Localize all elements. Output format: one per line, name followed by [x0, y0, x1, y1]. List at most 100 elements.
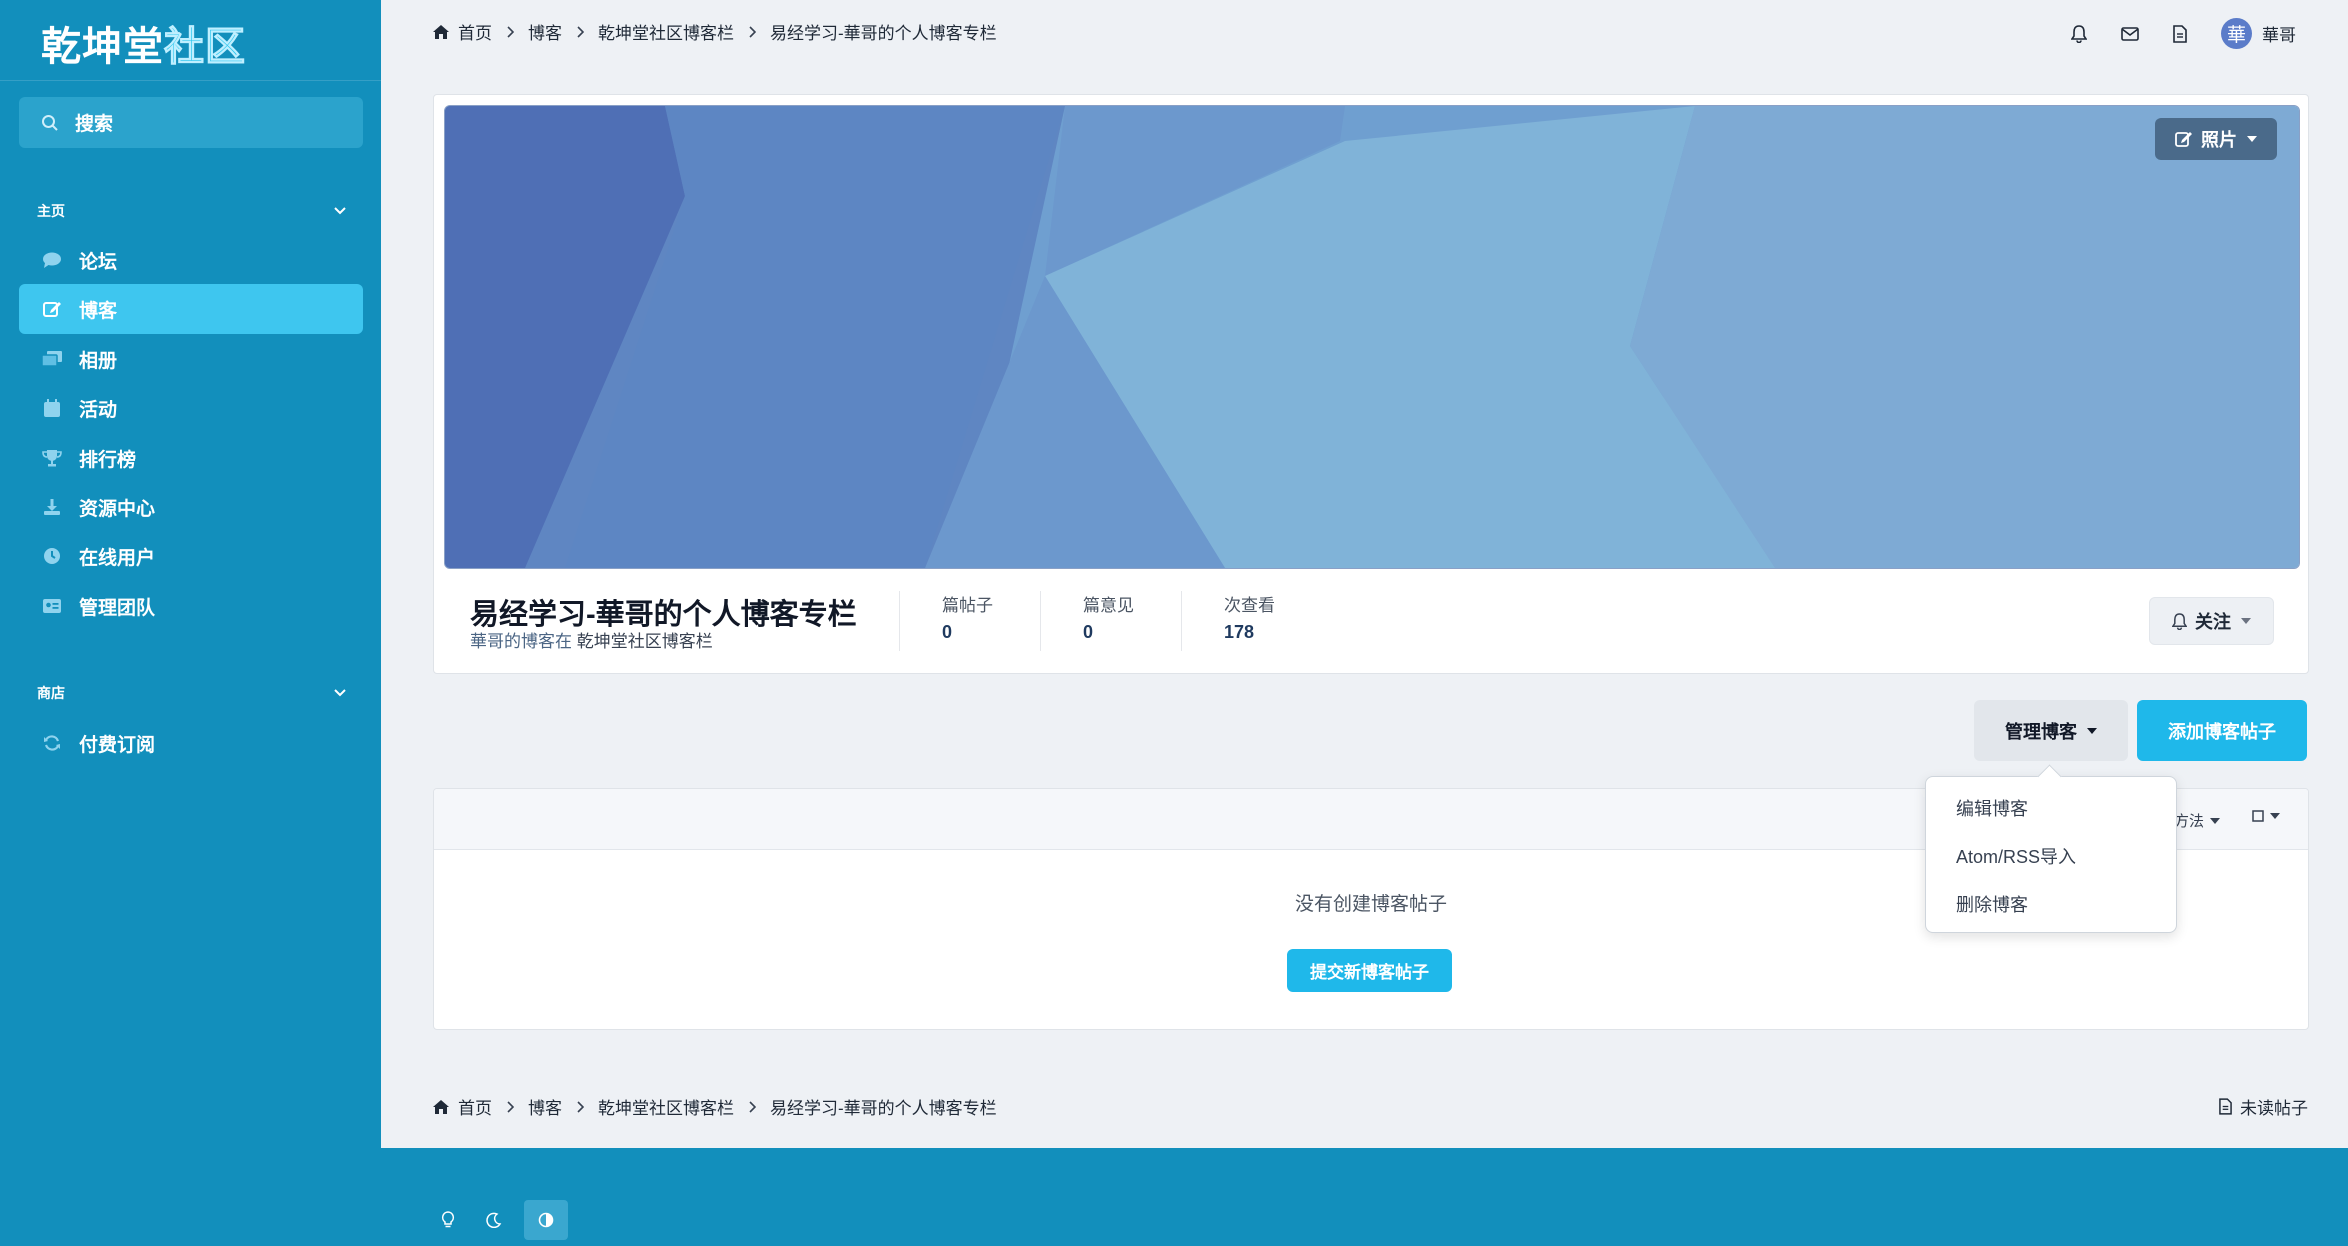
sidebar-item-label: 在线用户: [79, 547, 156, 569]
site-logo[interactable]: 乾坤堂社区: [41, 14, 246, 72]
sidebar-item-label: 相册: [79, 350, 118, 372]
sort-method-dropdown[interactable]: 方法: [2174, 810, 2221, 831]
clock-icon: [40, 547, 64, 565]
submit-new-post-label: 提交新博客帖子: [1310, 963, 1429, 982]
sidebar-search[interactable]: 搜索: [19, 97, 363, 148]
logo-text-main: 乾坤堂: [41, 24, 164, 69]
blog-subtitle: 華哥的博客在 乾坤堂社区博客栏: [470, 627, 713, 652]
stat-posts: 篇帖子 0: [899, 591, 993, 651]
download-icon: [40, 498, 64, 516]
menu-item-rss-import[interactable]: Atom/RSS导入: [1956, 843, 2076, 869]
chevron-down-icon: [333, 688, 347, 698]
sidebar-item-label: 资源中心: [79, 498, 156, 520]
breadcrumb-item-blog[interactable]: 博客: [528, 19, 562, 44]
checkbox-icon: [2252, 810, 2264, 822]
document-icon[interactable]: [2173, 24, 2187, 43]
top-user-bar: 華 華哥: [2037, 18, 2296, 49]
sidebar-item-subscriptions[interactable]: 付费订阅: [19, 718, 363, 768]
breadcrumb-item-home[interactable]: 首页: [458, 1094, 492, 1119]
follow-button[interactable]: 关注: [2149, 597, 2274, 645]
stat-value: 0: [1083, 622, 1094, 642]
breadcrumb-item-current[interactable]: 易经学习-華哥的个人博客专栏: [770, 19, 997, 44]
photo-button-label: 照片: [2201, 130, 2237, 150]
breadcrumb: 首页 博客 乾坤堂社区博客栏 易经学习-華哥的个人博客专栏: [432, 19, 997, 44]
moon-icon[interactable]: [472, 1200, 516, 1240]
blog-owner-text[interactable]: 華哥的博客在: [470, 632, 572, 651]
caret-down-icon: [2241, 618, 2251, 624]
chevron-right-icon: [748, 1100, 756, 1113]
edit-icon: [2175, 130, 2193, 148]
sidebar-item-gallery[interactable]: 相册: [19, 334, 363, 384]
contrast-icon[interactable]: [524, 1200, 568, 1240]
bell-icon[interactable]: [2071, 24, 2087, 43]
stat-value: 178: [1224, 622, 1255, 642]
lightbulb-icon[interactable]: [426, 1200, 470, 1240]
stat-comments: 篇意见 0: [1040, 591, 1134, 651]
avatar[interactable]: 華: [2221, 18, 2252, 49]
username[interactable]: 華哥: [2262, 21, 2296, 46]
caret-down-icon: [2247, 136, 2257, 142]
sidebar-item-label: 付费订阅: [79, 734, 156, 756]
breadcrumb-item-blog[interactable]: 博客: [528, 1094, 562, 1119]
sidebar-item-label: 博客: [79, 300, 118, 322]
sort-label: 方法: [2174, 813, 2205, 830]
menu-item-edit-blog[interactable]: 编辑博客: [1956, 795, 2028, 821]
menu-pointer: [2037, 764, 2062, 789]
manage-blog-button[interactable]: 管理博客: [1974, 700, 2128, 761]
chevron-right-icon: [576, 1100, 584, 1113]
sidebar: 乾坤堂社区 搜索 主页 论坛 博客 相册 活动 排行榜 资源中心 在线用户 管理…: [0, 0, 381, 1246]
chevron-right-icon: [748, 25, 756, 38]
add-blog-post-button[interactable]: 添加博客帖子: [2137, 700, 2307, 761]
stat-label: 篇帖子: [942, 596, 993, 615]
stat-value: 0: [942, 622, 953, 642]
sidebar-item-resources[interactable]: 资源中心: [19, 482, 363, 532]
calendar-icon: [40, 398, 64, 418]
section-header-main[interactable]: 主页: [37, 201, 347, 221]
sidebar-item-forum[interactable]: 论坛: [19, 235, 363, 285]
search-icon: [41, 114, 59, 132]
home-icon[interactable]: [432, 24, 450, 40]
sidebar-item-label: 排行榜: [79, 449, 137, 471]
logo-text-accent: 社区: [164, 24, 246, 70]
submit-new-post-button[interactable]: 提交新博客帖子: [1287, 949, 1452, 992]
breadcrumb-item-category[interactable]: 乾坤堂社区博客栏: [598, 1094, 734, 1119]
breadcrumb-item-category[interactable]: 乾坤堂社区博客栏: [598, 19, 734, 44]
trophy-icon: [40, 449, 64, 467]
chevron-right-icon: [576, 25, 584, 38]
chevron-right-icon: [506, 1100, 514, 1113]
blog-location-link[interactable]: 乾坤堂社区博客栏: [577, 632, 713, 651]
caret-down-icon: [2210, 817, 2221, 824]
breadcrumb-item-current[interactable]: 易经学习-華哥的个人博客专栏: [770, 1094, 997, 1119]
sidebar-item-blog[interactable]: 博客: [19, 284, 363, 334]
menu-item-delete-blog[interactable]: 删除博客: [1956, 891, 2028, 917]
mail-icon[interactable]: [2121, 26, 2139, 41]
add-blog-post-label: 添加博客帖子: [2168, 721, 2276, 742]
breadcrumb-bottom: 首页 博客 乾坤堂社区博客栏 易经学习-華哥的个人博客专栏: [432, 1094, 997, 1119]
refresh-icon: [40, 734, 64, 752]
breadcrumb-item-home[interactable]: 首页: [458, 19, 492, 44]
sidebar-item-online-users[interactable]: 在线用户: [19, 531, 363, 581]
sidebar-item-label: 管理团队: [79, 597, 156, 619]
gallery-icon: [40, 350, 64, 368]
sidebar-item-label: 论坛: [79, 251, 118, 273]
section-title-shop: 商店: [37, 685, 65, 701]
caret-down-icon: [2087, 727, 2097, 734]
stat-label: 篇意见: [1083, 596, 1134, 615]
select-all-checkbox[interactable]: [2252, 810, 2280, 822]
sidebar-item-events[interactable]: 活动: [19, 383, 363, 433]
edit-icon: [40, 299, 64, 319]
photo-button[interactable]: 照片: [2155, 118, 2277, 160]
id-card-icon: [40, 598, 64, 614]
section-title-main: 主页: [37, 203, 65, 219]
stat-views: 次查看 178: [1181, 591, 1275, 651]
section-header-shop[interactable]: 商店: [37, 683, 347, 703]
bell-icon: [2172, 612, 2187, 630]
sidebar-item-leaderboard[interactable]: 排行榜: [19, 433, 363, 483]
unread-posts-link[interactable]: 未读帖子: [2219, 1094, 2308, 1119]
home-icon[interactable]: [432, 1099, 450, 1115]
sidebar-item-label: 活动: [79, 399, 118, 421]
blog-header-card: 照片 易经学习-華哥的个人博客专栏 華哥的博客在 乾坤堂社区博客栏 篇帖子 0 …: [433, 94, 2309, 674]
manage-blog-menu: 编辑博客 Atom/RSS导入 删除博客: [1925, 764, 2177, 933]
follow-label: 关注: [2195, 612, 2231, 632]
sidebar-item-staff[interactable]: 管理团队: [19, 581, 363, 631]
